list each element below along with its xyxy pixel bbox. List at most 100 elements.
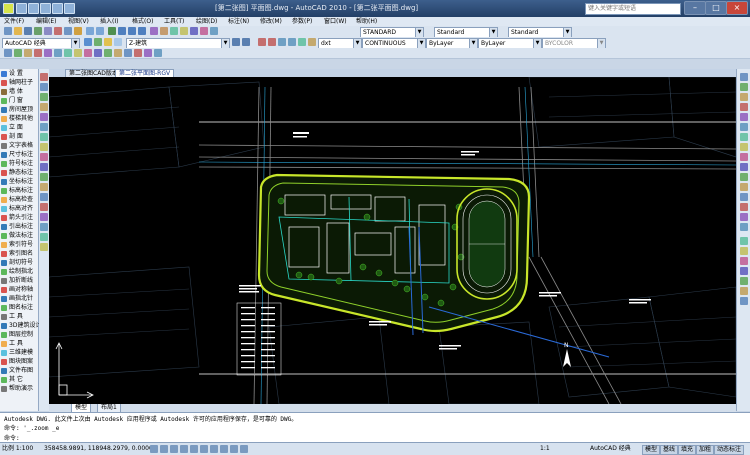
join-icon[interactable] (124, 49, 132, 57)
erase-side-icon[interactable] (740, 73, 748, 81)
zoom-window-icon[interactable] (128, 27, 136, 35)
side-menu-item[interactable]: 绘制指北 (1, 268, 38, 276)
explode-icon[interactable] (154, 49, 162, 57)
side-menu-item[interactable]: 工 具 (1, 313, 38, 321)
osnap-midpoint-icon[interactable] (740, 247, 748, 255)
osnap-center-icon[interactable] (740, 257, 748, 265)
copy-icon[interactable] (64, 27, 72, 35)
side-menu-item[interactable]: 标高对齐 (1, 205, 38, 213)
arc-tool-icon[interactable] (288, 38, 296, 46)
side-menu-item[interactable]: 画对称轴 (1, 286, 38, 294)
minimize-button[interactable]: – (684, 1, 706, 15)
dynamic-input-icon[interactable] (220, 445, 228, 453)
side-menu-item[interactable]: 剖 面 (1, 133, 38, 141)
side-menu-item[interactable]: 标高检查 (1, 196, 38, 204)
side-menu-item[interactable]: 设 置 (1, 70, 38, 78)
osnap-quadrant-icon[interactable] (740, 277, 748, 285)
side-menu-item[interactable]: 图层控制 (1, 331, 38, 339)
sheet-set-icon[interactable] (180, 27, 188, 35)
save-icon[interactable] (24, 27, 32, 35)
side-menu-item[interactable]: 门 窗 (1, 97, 38, 105)
point-icon[interactable] (40, 193, 48, 201)
search-input[interactable]: 键入关键字或短语 (585, 3, 681, 15)
circle-tool-icon[interactable] (278, 38, 286, 46)
polyline-icon[interactable] (40, 93, 48, 101)
layer-freeze-icon[interactable] (114, 38, 122, 46)
grid-display-icon[interactable] (160, 445, 168, 453)
insert-block-icon[interactable] (40, 173, 48, 181)
tool-palette-icon[interactable] (170, 27, 178, 35)
redo-icon[interactable] (64, 3, 75, 14)
copy-side-icon[interactable] (740, 83, 748, 91)
side-menu-item[interactable]: 做法标注 (1, 232, 38, 240)
menu-help[interactable]: 帮助(H) (356, 17, 377, 26)
side-menu-item[interactable]: 标高标注 (1, 187, 38, 195)
side-menu-item[interactable]: 轴网柱子 (1, 79, 38, 87)
side-menu-item[interactable]: 静态标注 (1, 169, 38, 177)
save-icon[interactable] (40, 3, 51, 14)
command-window[interactable]: Autodesk DWG. 此文件上次由 Autodesk 应用程序或 Auto… (0, 412, 750, 443)
move-icon[interactable] (54, 49, 62, 57)
cut-icon[interactable] (54, 27, 62, 35)
fillet-icon[interactable] (144, 49, 152, 57)
redo-tool-icon[interactable] (96, 27, 104, 35)
menu-draw[interactable]: 绘图(D) (196, 17, 217, 26)
zoom-realtime-icon[interactable] (118, 27, 126, 35)
osnap-node-icon[interactable] (740, 267, 748, 275)
rotate-side-icon[interactable] (740, 133, 748, 141)
object-snap-tracking-icon[interactable] (200, 445, 208, 453)
menu-modify[interactable]: 修改(M) (260, 17, 282, 26)
side-menu-item[interactable]: 工 具 (1, 340, 38, 348)
table-icon[interactable] (40, 233, 48, 241)
zoom-previous-icon[interactable] (138, 27, 146, 35)
help-icon[interactable] (210, 27, 218, 35)
preview-icon[interactable] (44, 27, 52, 35)
stretch-icon[interactable] (84, 49, 92, 57)
make-current-icon[interactable] (232, 38, 240, 46)
scale-side-icon[interactable] (740, 143, 748, 151)
object-snap-icon[interactable] (190, 445, 198, 453)
scale-icon[interactable] (74, 49, 82, 57)
break-icon[interactable] (114, 49, 122, 57)
open-file-icon[interactable] (28, 3, 39, 14)
rotate-icon[interactable] (64, 49, 72, 57)
erase-icon[interactable] (4, 49, 12, 57)
side-menu-item[interactable]: 索引符号 (1, 241, 38, 249)
side-menu-item[interactable]: 立 面 (1, 124, 38, 132)
polyline-tool-icon[interactable] (268, 38, 276, 46)
move-side-icon[interactable] (740, 123, 748, 131)
polar-tracking-icon[interactable] (180, 445, 188, 453)
menu-file[interactable]: 文件(F) (4, 17, 24, 26)
construction-line-icon[interactable] (40, 83, 48, 91)
stretch-side-icon[interactable] (740, 153, 748, 161)
circle-icon[interactable] (40, 133, 48, 141)
scale-readout[interactable]: 比例 1:100 (2, 445, 33, 453)
multiline-text-icon[interactable] (40, 243, 48, 251)
undo-icon[interactable] (52, 3, 63, 14)
snap-mode-icon[interactable] (150, 445, 158, 453)
side-menu-item[interactable]: 文件布图 (1, 367, 38, 375)
app-logo-icon[interactable] (3, 3, 14, 14)
join-side-icon[interactable] (740, 193, 748, 201)
close-button[interactable]: × (726, 1, 748, 15)
ortho-mode-icon[interactable] (170, 445, 178, 453)
side-menu-item[interactable]: 加折断线 (1, 277, 38, 285)
undo-tool-icon[interactable] (86, 27, 94, 35)
osnap-perpendicular-icon[interactable] (740, 297, 748, 305)
design-center-icon[interactable] (160, 27, 168, 35)
trim-icon[interactable] (94, 49, 102, 57)
layer-on-icon[interactable] (104, 38, 112, 46)
array-side-icon[interactable] (740, 113, 748, 121)
print-icon[interactable] (34, 27, 42, 35)
lineweight-display-icon[interactable] (230, 445, 238, 453)
open-icon[interactable] (14, 27, 22, 35)
command-prompt[interactable]: 命令: (4, 433, 20, 442)
side-menu-item[interactable]: 其 它 (1, 376, 38, 384)
array-icon[interactable] (44, 49, 52, 57)
revision-cloud-icon[interactable] (40, 143, 48, 151)
copy-object-icon[interactable] (14, 49, 22, 57)
gradient-icon[interactable] (40, 213, 48, 221)
side-menu-item[interactable]: 符号标注 (1, 160, 38, 168)
side-menu-item[interactable]: 索引图名 (1, 250, 38, 258)
fillet-side-icon[interactable] (740, 213, 748, 221)
